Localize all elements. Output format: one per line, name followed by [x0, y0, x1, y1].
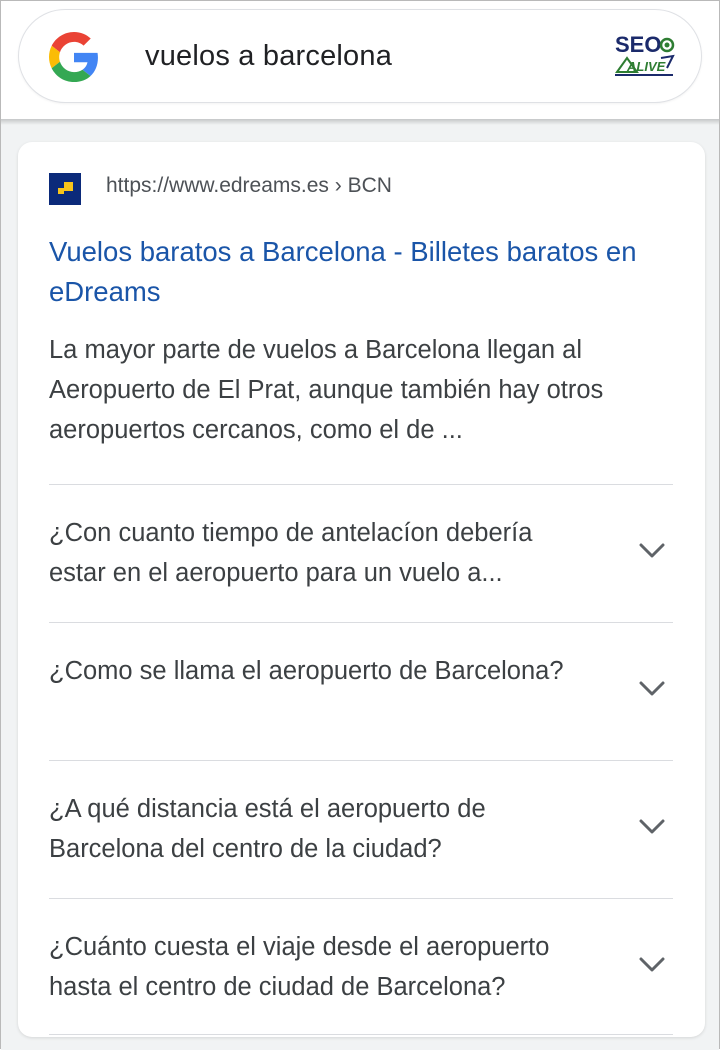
faq-question: ¿Con cuanto tiempo de antelacíon debería… [49, 519, 533, 587]
faq-question: ¿A qué distancia está el aeropuerto de B… [49, 795, 486, 863]
svg-text:SEO: SEO [615, 32, 661, 57]
search-bar[interactable]: vuelos a barcelona SEO ALIVE [18, 9, 702, 103]
chevron-down-icon[interactable] [639, 543, 665, 559]
search-input[interactable]: vuelos a barcelona [145, 40, 392, 73]
faq-item[interactable]: ¿Con cuanto tiempo de antelacíon debería… [49, 484, 673, 622]
faq-question: ¿Cuánto cuesta el viaje desde el aeropue… [49, 933, 550, 1001]
seo-alive-logo: SEO ALIVE [615, 32, 675, 76]
chevron-down-icon[interactable] [639, 681, 665, 697]
result-snippet: La mayor parte de vuelos a Barcelona lle… [49, 336, 604, 444]
faq-question: ¿Como se llama el aeropuerto de Barcelon… [49, 657, 564, 685]
search-header: vuelos a barcelona SEO ALIVE [1, 1, 719, 119]
edreams-favicon-icon [49, 173, 81, 205]
google-g-icon [49, 32, 98, 82]
divider [49, 1034, 673, 1035]
result-title-link[interactable]: Vuelos baratos a Barcelona - Billetes ba… [49, 232, 669, 312]
faq-item[interactable]: ¿Cuánto cuesta el viaje desde el aeropue… [49, 898, 673, 1036]
faq-item[interactable]: ¿Como se llama el aeropuerto de Barcelon… [49, 622, 673, 760]
chevron-down-icon[interactable] [639, 957, 665, 973]
svg-text:ALIVE: ALIVE [626, 59, 666, 74]
faq-item[interactable]: ¿A qué distancia está el aeropuerto de B… [49, 760, 673, 898]
search-result-card: https://www.edreams.es › BCN Vuelos bara… [18, 142, 705, 1037]
chevron-down-icon[interactable] [639, 819, 665, 835]
result-url[interactable]: https://www.edreams.es › BCN [106, 174, 392, 198]
header-shadow [1, 119, 719, 125]
